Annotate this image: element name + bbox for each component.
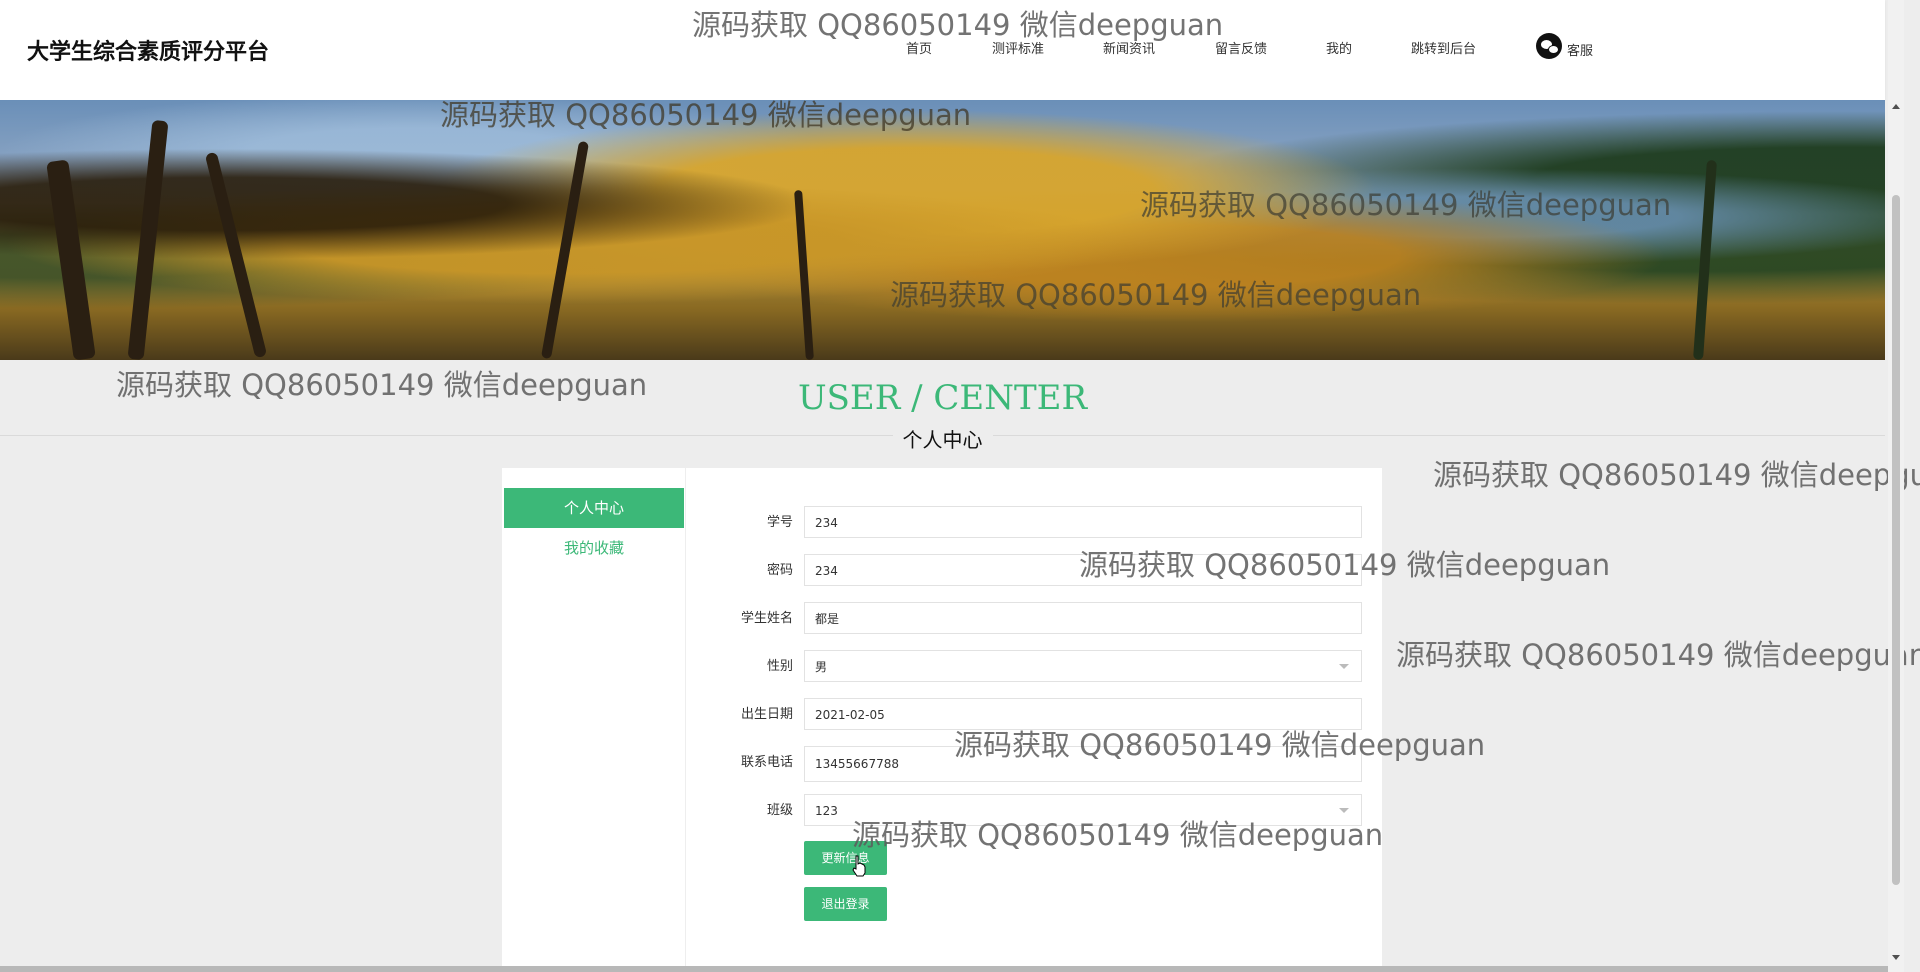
logout-button[interactable]: 退出登录 <box>804 887 887 921</box>
birthdate-label: 出生日期 <box>740 707 793 722</box>
scrollbar-thumb[interactable] <box>1892 195 1900 885</box>
watermark-text: 源码获取 QQ86050149 微信deepguan <box>440 98 972 132</box>
watermark-text: 源码获取 QQ86050149 微信deepguan <box>852 818 1384 852</box>
site-title: 大学生综合素质评分平台 <box>27 40 270 65</box>
scroll-up-arrow-icon[interactable] <box>1892 104 1900 109</box>
nav-admin[interactable]: 跳转到后台 <box>1411 38 1476 57</box>
class-value: 123 <box>815 804 838 818</box>
gender-label: 性别 <box>766 659 793 674</box>
sidebar-item-profile[interactable]: 个人中心 <box>504 488 684 528</box>
student-id-label: 学号 <box>766 515 793 530</box>
bottom-strip <box>0 966 1888 972</box>
chevron-down-icon <box>1339 664 1349 669</box>
watermark-text: 源码获取 QQ86050149 微信deepguan <box>1396 638 1920 672</box>
student-id-field[interactable]: 234 <box>804 506 1362 538</box>
watermark-text: 源码获取 QQ86050149 微信deepguan <box>954 728 1486 762</box>
password-label: 密码 <box>766 563 793 578</box>
gender-select[interactable]: 男 <box>804 650 1362 682</box>
student-name-field[interactable]: 都是 <box>804 602 1362 634</box>
watermark-text: 源码获取 QQ86050149 微信deepguan <box>692 8 1224 42</box>
nav-mine[interactable]: 我的 <box>1326 38 1352 57</box>
phone-label: 联系电话 <box>740 755 793 770</box>
gender-value: 男 <box>815 660 828 674</box>
banner-image <box>0 100 1885 360</box>
page-scrollbar[interactable] <box>1888 0 1904 972</box>
customer-service-label: 客服 <box>1567 44 1594 59</box>
watermark-text: 源码获取 QQ86050149 微信deepguan <box>1140 188 1672 222</box>
sidebar: 个人中心 我的收藏 <box>502 468 686 972</box>
class-label: 班级 <box>766 803 793 818</box>
hand-cursor-icon <box>852 855 866 877</box>
watermark-text: 源码获取 QQ86050149 微信deepguan <box>116 368 648 402</box>
sidebar-item-favorites[interactable]: 我的收藏 <box>504 528 684 568</box>
student-name-label: 学生姓名 <box>740 611 793 626</box>
wechat-icon <box>1536 32 1562 59</box>
watermark-text: 源码获取 QQ86050149 微信deepguan <box>1079 548 1611 582</box>
watermark-text: 源码获取 QQ86050149 微信deepguan <box>890 278 1422 312</box>
section-title-cn: 个人中心 <box>0 424 1885 453</box>
customer-service-link[interactable]: 客服 <box>1536 32 1593 59</box>
watermark-text: 源码获取 QQ86050149 微信deepguan <box>1433 458 1920 492</box>
scroll-down-arrow-icon[interactable] <box>1892 955 1900 960</box>
